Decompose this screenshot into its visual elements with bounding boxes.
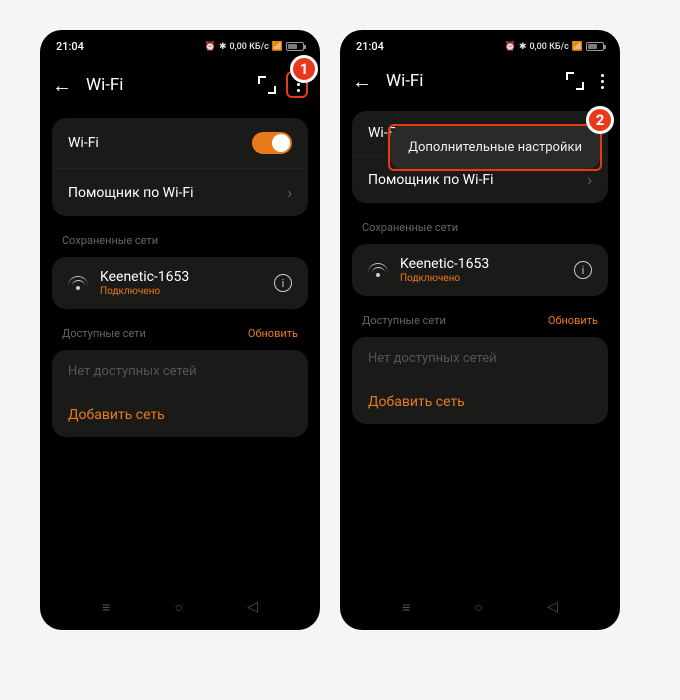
page-title: Wi-Fi bbox=[386, 71, 552, 91]
add-network-button[interactable]: Добавить сеть bbox=[52, 393, 308, 437]
back-arrow-icon[interactable]: ← bbox=[352, 71, 372, 91]
nav-menu-icon[interactable]: ≡ bbox=[102, 599, 110, 616]
alarm-icon: ⏰ bbox=[205, 42, 216, 52]
refresh-button[interactable]: Обновить bbox=[248, 327, 298, 340]
phone-screenshot-2: 21:04 ⏰ ✱ 0,00 КБ/с 📶 ← Wi-Fi 2 Дополнит… bbox=[340, 30, 620, 630]
network-name: Keenetic-1653 bbox=[400, 256, 562, 272]
back-arrow-icon[interactable]: ← bbox=[52, 75, 72, 95]
available-networks-header: Доступные сети Обновить bbox=[340, 300, 620, 333]
nav-menu-icon[interactable]: ≡ bbox=[402, 599, 410, 616]
battery-icon bbox=[586, 42, 604, 51]
network-row[interactable]: Keenetic-1653 Подключено i bbox=[52, 257, 308, 309]
nav-bar: ≡ ○ ◁ bbox=[40, 599, 320, 616]
no-networks-text: Нет доступных сетей bbox=[352, 337, 608, 380]
wifi-main-card: Wi-Fi Помощник по Wi-Fi › bbox=[52, 118, 308, 216]
net-speed: 0,00 КБ/с bbox=[230, 42, 269, 52]
nav-home-icon[interactable]: ○ bbox=[174, 599, 182, 616]
network-info: Keenetic-1653 Подключено bbox=[400, 256, 562, 284]
saved-networks-label: Сохраненные сети bbox=[40, 220, 320, 253]
chevron-right-icon: › bbox=[287, 183, 292, 202]
refresh-button[interactable]: Обновить bbox=[548, 314, 598, 327]
no-networks-text: Нет доступных сетей bbox=[52, 350, 308, 393]
chevron-right-icon: › bbox=[587, 170, 592, 189]
qr-scan-icon[interactable] bbox=[566, 72, 584, 90]
network-row[interactable]: Keenetic-1653 Подключено i bbox=[352, 244, 608, 296]
available-networks-card: Нет доступных сетей Добавить сеть bbox=[352, 337, 608, 424]
wifi-signal-icon bbox=[68, 276, 88, 290]
page-title: Wi-Fi bbox=[86, 75, 244, 95]
callout-badge-2: 2 bbox=[586, 106, 614, 134]
network-status: Подключено bbox=[400, 273, 562, 284]
network-info: Keenetic-1653 Подключено bbox=[100, 269, 262, 297]
status-right: ⏰ ✱ 0,00 КБ/с 📶 bbox=[205, 42, 304, 52]
wifi-signal-icon bbox=[368, 263, 388, 277]
status-bar: 21:04 ⏰ ✱ 0,00 КБ/с 📶 bbox=[40, 30, 320, 57]
highlight-more-menu: 1 bbox=[286, 71, 308, 98]
bt-icon: ✱ bbox=[219, 42, 227, 52]
wifi-toggle-row[interactable]: Wi-Fi bbox=[52, 118, 308, 168]
nav-back-icon[interactable]: ◁ bbox=[247, 599, 258, 616]
signal-icon: 📶 bbox=[572, 42, 583, 52]
nav-bar: ≡ ○ ◁ bbox=[340, 599, 620, 616]
header-actions bbox=[566, 72, 608, 91]
add-network-button[interactable]: Добавить сеть bbox=[352, 380, 608, 424]
wifi-assistant-label: Помощник по Wi-Fi bbox=[368, 172, 494, 188]
wifi-toggle-switch[interactable] bbox=[252, 132, 292, 154]
network-info-icon[interactable]: i bbox=[274, 274, 292, 292]
more-menu-icon[interactable] bbox=[594, 72, 608, 91]
signal-icon: 📶 bbox=[272, 42, 283, 52]
nav-back-icon[interactable]: ◁ bbox=[547, 599, 558, 616]
header-actions: 1 bbox=[258, 71, 308, 98]
advanced-settings-menu-item[interactable]: Дополнительные настройки bbox=[390, 126, 600, 169]
available-networks-card: Нет доступных сетей Добавить сеть bbox=[52, 350, 308, 437]
saved-networks-card: Keenetic-1653 Подключено i bbox=[352, 244, 608, 296]
net-speed: 0,00 КБ/с bbox=[530, 42, 569, 52]
page-header: ← Wi-Fi 1 bbox=[40, 57, 320, 114]
network-info-icon[interactable]: i bbox=[574, 261, 592, 279]
callout-badge-1: 1 bbox=[290, 55, 318, 83]
wifi-assistant-row[interactable]: Помощник по Wi-Fi › bbox=[52, 168, 308, 216]
status-right: ⏰ ✱ 0,00 КБ/с 📶 bbox=[505, 42, 604, 52]
saved-networks-card: Keenetic-1653 Подключено i bbox=[52, 257, 308, 309]
alarm-icon: ⏰ bbox=[505, 42, 516, 52]
qr-scan-icon[interactable] bbox=[258, 76, 276, 94]
wifi-label: Wi-Fi bbox=[68, 135, 99, 151]
clock: 21:04 bbox=[56, 40, 84, 53]
phone-screenshot-1: 21:04 ⏰ ✱ 0,00 КБ/с 📶 ← Wi-Fi 1 Wi-Fi По… bbox=[40, 30, 320, 630]
bt-icon: ✱ bbox=[519, 42, 527, 52]
available-networks-header: Доступные сети Обновить bbox=[40, 313, 320, 346]
battery-icon bbox=[286, 42, 304, 51]
available-networks-label: Доступные сети bbox=[62, 327, 146, 340]
wifi-assistant-label: Помощник по Wi-Fi bbox=[68, 185, 194, 201]
highlight-popup: 2 Дополнительные настройки bbox=[388, 124, 602, 171]
available-networks-label: Доступные сети bbox=[362, 314, 446, 327]
clock: 21:04 bbox=[356, 40, 384, 53]
status-bar: 21:04 ⏰ ✱ 0,00 КБ/с 📶 bbox=[340, 30, 620, 57]
network-status: Подключено bbox=[100, 286, 262, 297]
saved-networks-label: Сохраненные сети bbox=[340, 207, 620, 240]
page-header: ← Wi-Fi bbox=[340, 57, 620, 107]
nav-home-icon[interactable]: ○ bbox=[474, 599, 482, 616]
network-name: Keenetic-1653 bbox=[100, 269, 262, 285]
